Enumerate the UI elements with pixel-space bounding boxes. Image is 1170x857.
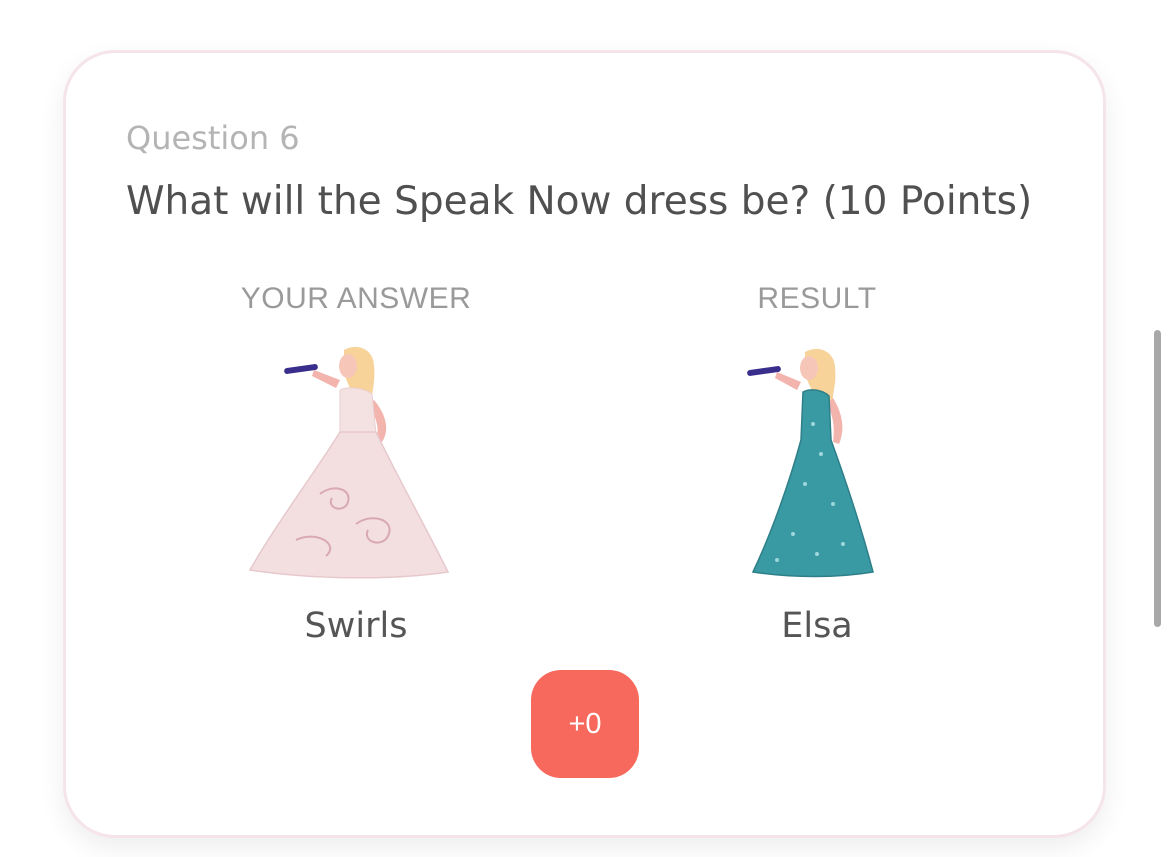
result-header: RESULT [757,282,877,315]
points-badge: +0 [531,670,639,778]
scrollbar-thumb[interactable] [1154,330,1161,627]
elsa-dress-illustration [747,348,874,578]
result-column: RESULT Elsa [637,279,997,648]
dress-body [751,389,874,578]
question-number: Question 6 [126,119,300,157]
arm-shape [775,372,801,390]
sparkle [791,532,795,536]
face-shape [339,354,357,378]
your-answer-name: Swirls [304,606,408,646]
sparkle [815,552,819,556]
your-answer-column: YOUR ANSWER Swirls [176,279,536,648]
your-answer-header: YOUR ANSWER [240,282,472,315]
sparkle [841,542,845,546]
result-name: Elsa [781,606,853,646]
sparkle [819,452,823,456]
sparkle [831,502,835,506]
question-card: Question 6 What will the Speak Now dress… [63,50,1106,838]
sparkle [811,422,815,426]
sparkle [775,558,779,562]
dress-skirt [248,431,450,579]
microphone-shape [284,364,318,374]
arm-shape [312,370,340,388]
sparkle [803,482,807,486]
bodice-shape [339,387,377,435]
face-shape [800,356,818,380]
microphone-shape [747,366,781,376]
question-title: What will the Speak Now dress be? (10 Po… [126,179,1033,224]
swirls-dress-illustration [248,346,450,579]
swirls-dress-image [236,344,476,584]
elsa-dress-image [697,344,937,584]
